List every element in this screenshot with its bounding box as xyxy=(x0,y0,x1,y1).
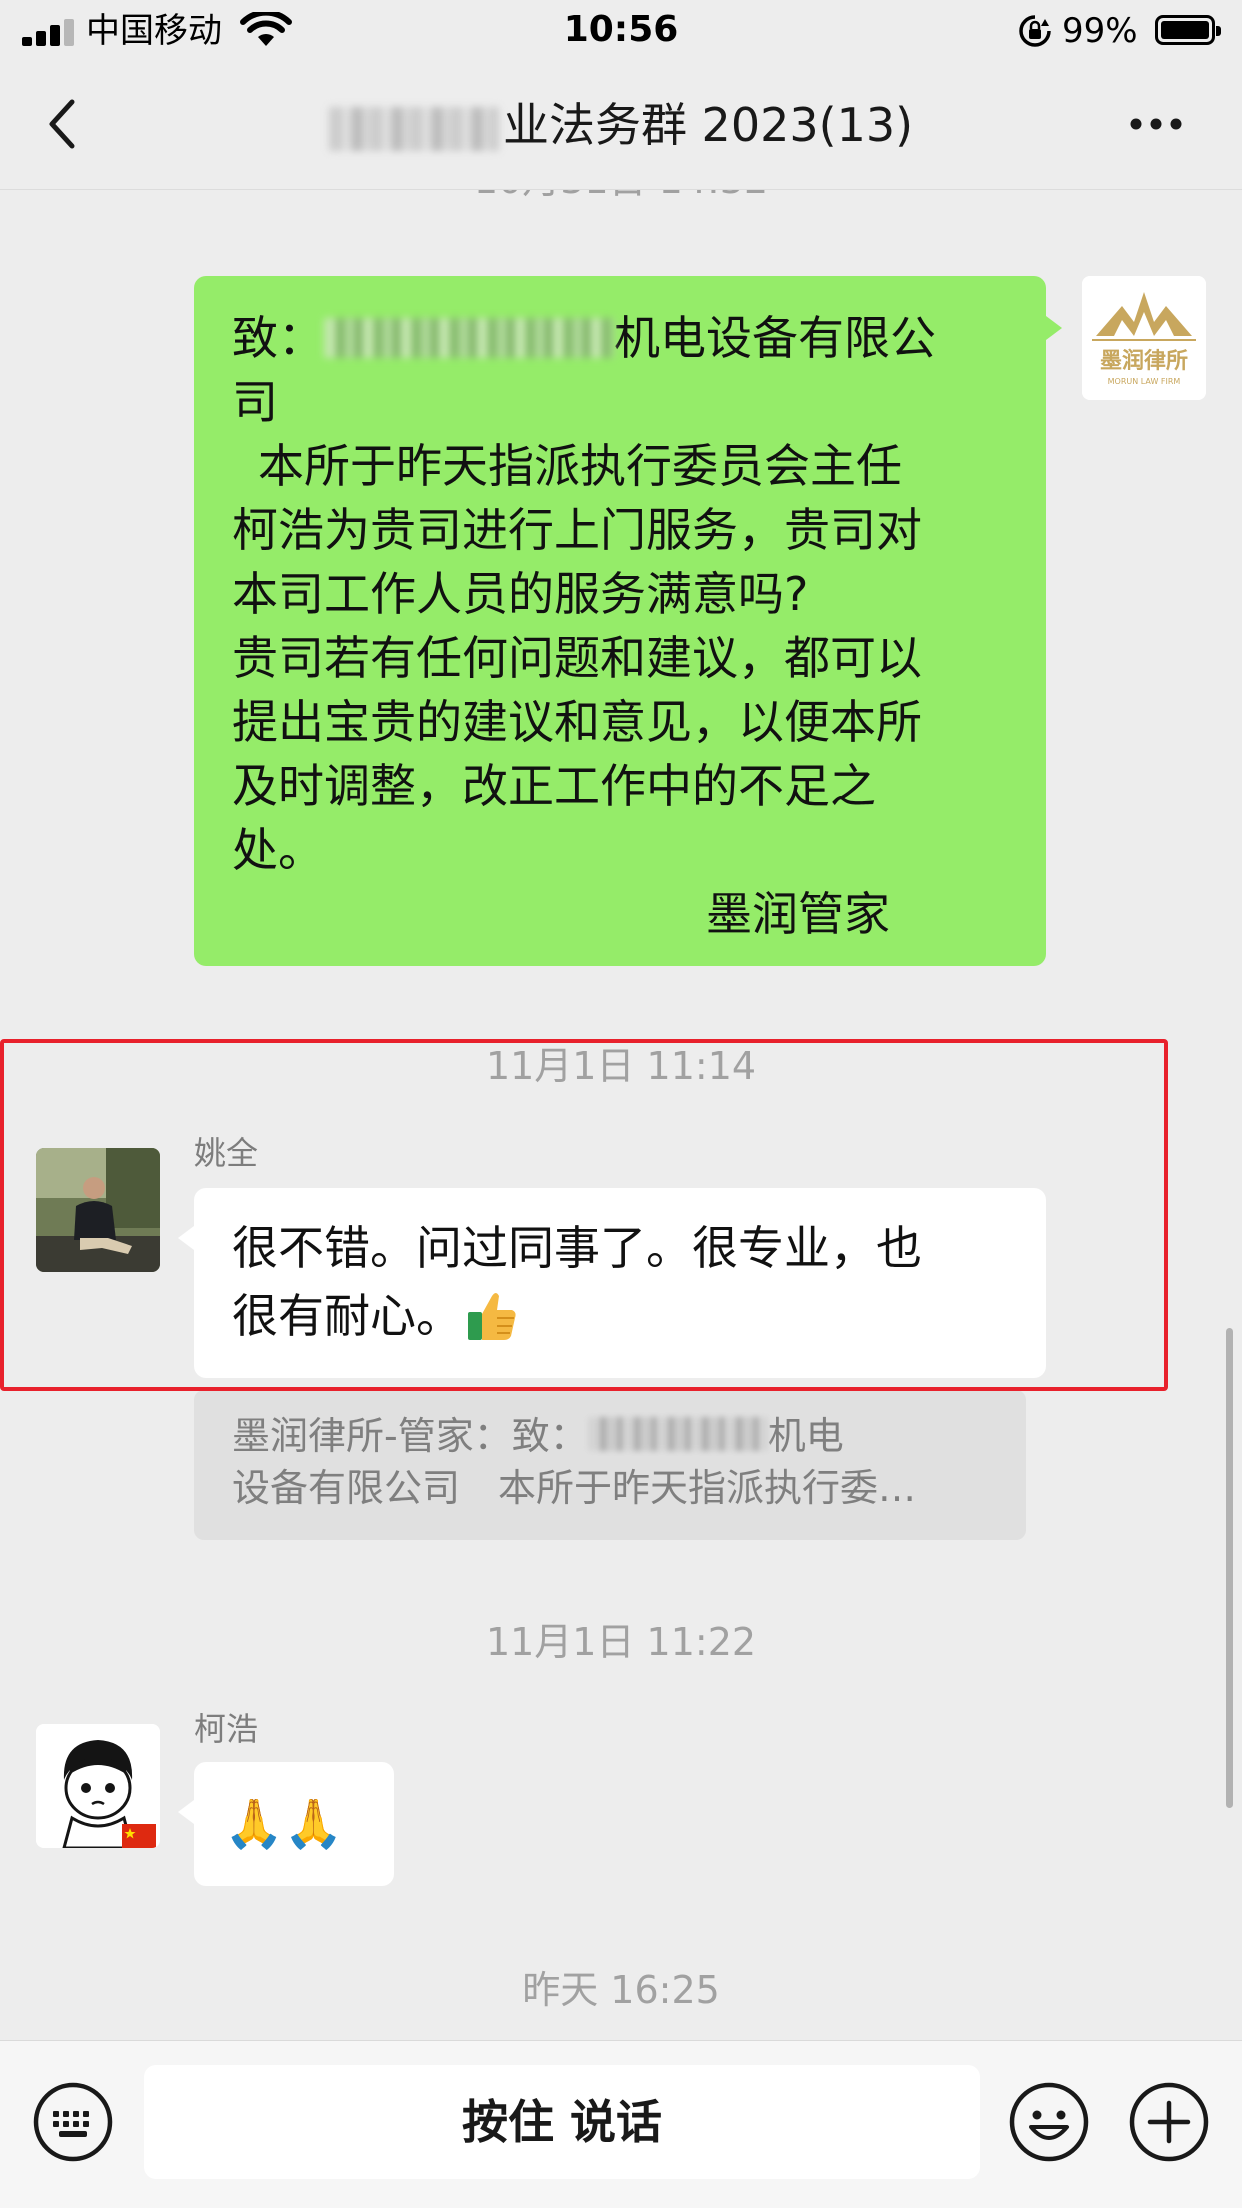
folded-hands-emoji: 🙏🙏 xyxy=(224,1796,344,1852)
message-text: 致： xyxy=(232,311,324,365)
outgoing-message-bubble[interactable]: 致： 机电设备有限公 司 本所于昨天指派执行委员会主任 柯浩为贵司进行上门服务，贵… xyxy=(194,276,1062,966)
redacted-text xyxy=(324,318,614,358)
message-text: 及时调整，改正工作中的不足之 xyxy=(232,759,876,813)
highlight-annotation-box xyxy=(0,1039,1168,1391)
add-more-icon[interactable] xyxy=(1128,2081,1210,2163)
sender-name: 柯浩 xyxy=(194,1710,259,1748)
nav-bar: 业法务群 2023(13) xyxy=(0,62,1242,190)
law-firm-logo: 墨润律所 MORUN LAW FIRM xyxy=(1082,276,1206,400)
battery-percent: 99% xyxy=(1062,11,1138,51)
timestamp: 11月1日 11:22 xyxy=(485,1620,757,1664)
avatar-kehao[interactable] xyxy=(36,1724,160,1848)
chat-message-list[interactable]: 10月31日 14:32 致： 机电设备有限公 司 本所于昨天指派执行委员会主任 … xyxy=(0,190,1242,2040)
message-text: 机电设备有限公 xyxy=(614,311,936,365)
message-text: 本司工作人员的服务满意吗? xyxy=(232,567,809,621)
incoming-message-bubble[interactable]: 🙏🙏 xyxy=(178,1762,394,1886)
hold-to-talk-button[interactable]: 按住 说话 xyxy=(144,2065,980,2179)
avatar-cartoon xyxy=(36,1724,160,1848)
input-bar: 按住 说话 xyxy=(0,2040,1242,2208)
quote-text: 墨润律所-管家：致： xyxy=(232,1414,588,1458)
message-signature: 墨润管家 xyxy=(706,887,890,941)
status-time: 10:56 xyxy=(563,9,679,50)
chat-title: 业法务群 2023(13) xyxy=(200,94,1042,156)
emoji-icon[interactable] xyxy=(1008,2081,1090,2163)
timestamp: 10月31日 14:32 xyxy=(0,190,1242,202)
sender-avatar-logo[interactable]: 墨润律所 MORUN LAW FIRM xyxy=(1082,276,1206,400)
timestamp: 昨天 16:25 xyxy=(522,1968,720,2012)
scrollbar[interactable] xyxy=(1226,1328,1233,1808)
quote-text: 机电 xyxy=(767,1414,844,1458)
message-text: 提出宝贵的建议和意见，以便本所 xyxy=(232,695,922,749)
more-options-icon[interactable] xyxy=(1128,112,1184,136)
logo-subtext: MORUN LAW FIRM xyxy=(1108,377,1181,386)
message-text: 本所于昨天指派执行委员会主任 xyxy=(258,439,902,493)
redacted-text xyxy=(587,1417,768,1451)
message-text: 贵司若有任何问题和建议，都可以 xyxy=(232,631,922,685)
logo-text: 墨润律所 xyxy=(1100,348,1188,374)
quoted-message[interactable]: 墨润律所-管家：致： 机电 设备有限公司 本所于昨天指派执行委… xyxy=(194,1390,1026,1540)
chat-title-text: 业法务群 2023(13) xyxy=(502,98,914,152)
keyboard-icon[interactable] xyxy=(32,2081,114,2163)
message-text: 柯浩为贵司进行上门服务，贵司对 xyxy=(232,503,922,557)
message-text: 司 xyxy=(232,375,278,429)
status-bar: 中国移动 10:56 99% xyxy=(0,0,1242,62)
rotation-lock-icon xyxy=(1019,15,1051,47)
back-arrow-icon[interactable] xyxy=(40,94,90,154)
battery-icon xyxy=(1155,15,1221,45)
quote-text: 设备有限公司 本所于昨天指派执行委… xyxy=(232,1466,917,1510)
redacted-text xyxy=(328,106,499,151)
message-text: 处。 xyxy=(232,823,324,877)
